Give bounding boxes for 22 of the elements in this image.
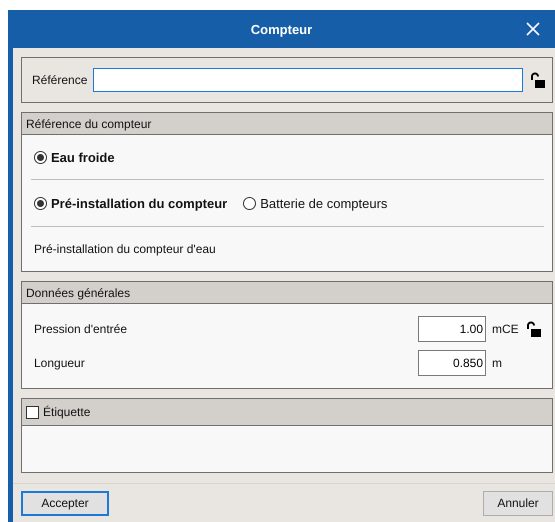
- close-icon[interactable]: [525, 21, 541, 37]
- number-field[interactable]: 0.850: [418, 350, 486, 376]
- cancel-button[interactable]: Annuler: [483, 490, 553, 516]
- unit-label: mCE: [491, 322, 520, 336]
- section-title: Étiquette: [43, 405, 90, 419]
- section-title: Données générales: [26, 286, 130, 300]
- accept-button[interactable]: Accepter: [21, 490, 109, 516]
- field-label: Longueur: [34, 356, 85, 370]
- number-field[interactable]: 1.00: [418, 316, 486, 342]
- description-text: Pré-installation du compteur d'eau: [34, 242, 216, 256]
- section-title: Référence du compteur: [26, 116, 152, 130]
- window-title: Compteur: [250, 22, 312, 36]
- unlocked-padlock-icon[interactable]: [529, 72, 546, 88]
- field-label: Pression d'entrée: [34, 322, 128, 336]
- unit-label: m: [491, 356, 503, 370]
- reference-field[interactable]: [93, 68, 523, 92]
- reference-label: Référence: [32, 73, 88, 87]
- radio-option[interactable]: Batterie de compteurs: [243, 196, 388, 210]
- unlocked-padlock-icon[interactable]: [524, 321, 542, 337]
- radio-option[interactable]: Eau froide: [34, 150, 115, 164]
- label-checkbox[interactable]: [26, 406, 39, 418]
- radio-option[interactable]: Pré-installation du compteur: [34, 196, 228, 210]
